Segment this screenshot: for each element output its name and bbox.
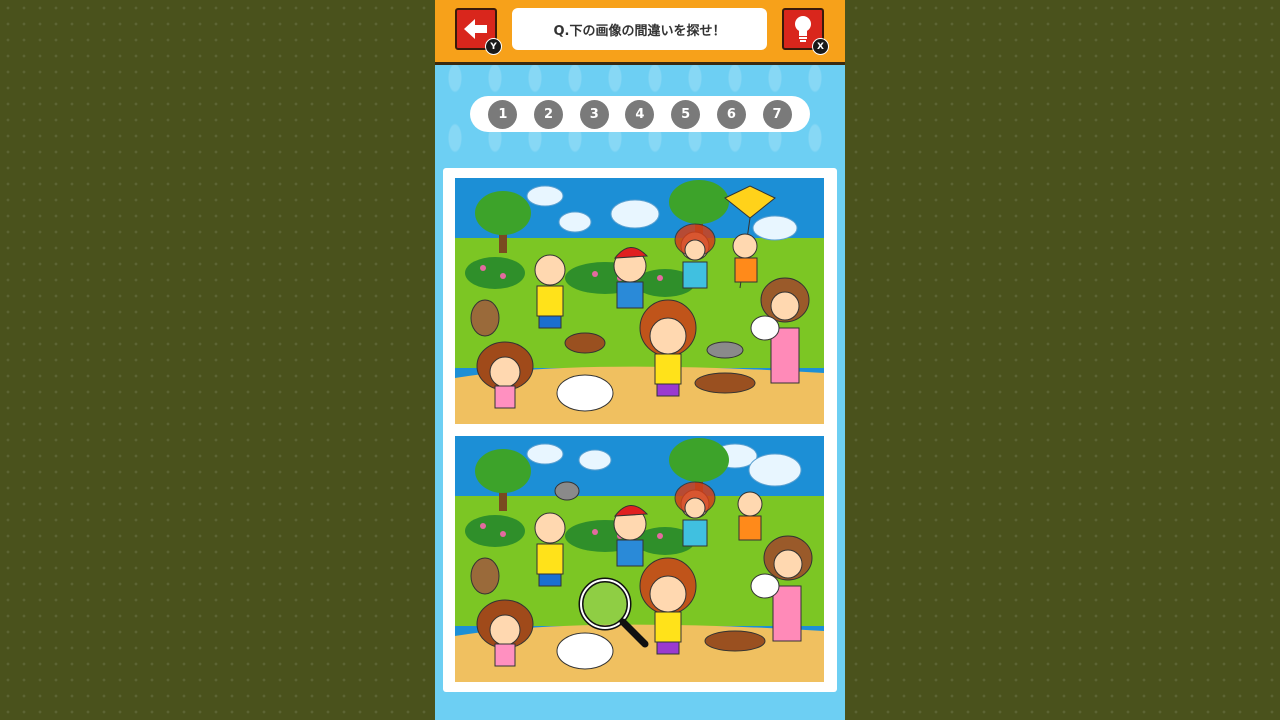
hint-button[interactable]: X	[782, 8, 829, 55]
key-badge-y: Y	[485, 38, 502, 55]
question-label: Q.下の画像の間違いを探せ！	[512, 8, 767, 50]
lightbulb-icon	[795, 16, 811, 42]
original-picture[interactable]	[455, 178, 824, 424]
game-screen: Y Q.下の画像の間違いを探せ！ X 1 2 3 4 5 6 7	[435, 0, 845, 720]
arrow-left-icon	[464, 19, 487, 39]
difference-dot: 6	[716, 99, 746, 129]
difference-progress: 1 2 3 4 5 6 7	[470, 96, 810, 132]
back-button[interactable]: Y	[455, 8, 502, 55]
key-badge-x: X	[812, 38, 829, 55]
difference-dot: 5	[671, 99, 701, 129]
picture-board	[443, 168, 837, 692]
altered-picture[interactable]	[455, 436, 824, 682]
difference-dot: 2	[534, 99, 564, 129]
top-bar: Y Q.下の画像の間違いを探せ！ X	[435, 0, 845, 65]
difference-dot: 4	[625, 99, 655, 129]
difference-dot: 7	[762, 99, 792, 129]
difference-dot: 3	[579, 99, 609, 129]
difference-dot: 1	[488, 99, 518, 129]
